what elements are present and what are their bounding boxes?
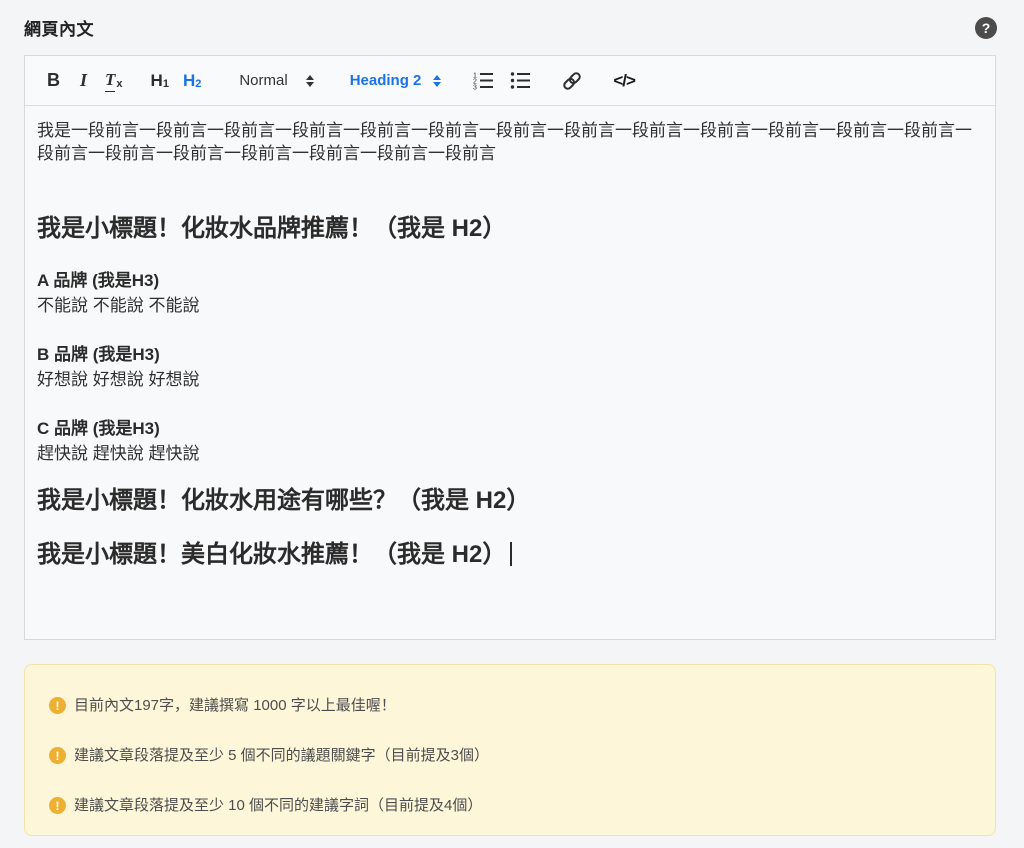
italic-button[interactable]: I [80, 70, 87, 91]
warning-item: ! 建議文章段落提及至少 10 個不同的建議字詞（目前提及4個） [49, 796, 971, 815]
help-icon[interactable]: ? [975, 17, 997, 39]
page-title: 網頁內文 [24, 15, 996, 40]
clear-format-t: T [105, 70, 115, 92]
heading-format-value: Heading 2 [350, 72, 422, 89]
section-heading-h2: 我是小標題！美白化妝水推薦！（我是 H2） [37, 541, 983, 569]
warning-icon: ! [49, 747, 66, 764]
seo-suggestions-panel: ! 目前內文197字，建議撰寫 1000 字以上最佳喔！ ! 建議文章段落提及至… [24, 664, 996, 836]
link-button[interactable] [561, 71, 583, 91]
intro-paragraph: 我是一段前言一段前言一段前言一段前言一段前言一段前言一段前言一段前言一段前言一段… [37, 119, 983, 165]
bold-button[interactable]: B [47, 70, 60, 91]
brand-heading-h3: B 品牌 (我是H3) [37, 343, 983, 366]
heading-text: 我是小標題！美白化妝水推薦！（我是 H2） [37, 541, 506, 568]
warning-text: 建議文章段落提及至少 5 個不同的議題關鍵字（目前提及3個） [74, 746, 489, 765]
section-heading-h2: 我是小標題！化妝水品牌推薦！（我是 H2） [37, 215, 983, 243]
heading2-button[interactable]: H2 [183, 71, 201, 91]
picker-arrows-icon [433, 75, 441, 87]
picker-arrows-icon [306, 75, 314, 87]
section-heading-h2: 我是小標題！化妝水用途有哪些？（我是 H2） [37, 487, 983, 515]
ordered-list-button[interactable]: 1 2 3 [473, 71, 494, 90]
heading-format-picker[interactable]: Heading 2 [350, 72, 442, 89]
warning-icon: ! [49, 697, 66, 714]
warning-text: 建議文章段落提及至少 10 個不同的建議字詞（目前提及4個） [74, 796, 482, 815]
code-button[interactable]: </> [613, 71, 635, 91]
text-cursor [510, 542, 512, 566]
page-header: 網頁內文 ? [0, 0, 1024, 55]
clear-format-x: x [116, 78, 122, 90]
svg-text:3: 3 [473, 85, 477, 91]
rich-text-editor: B I Tx H1 H2 Normal Heading 2 1 2 3 [24, 55, 996, 640]
bullet-list-button[interactable] [510, 71, 531, 90]
editor-content[interactable]: 我是一段前言一段前言一段前言一段前言一段前言一段前言一段前言一段前言一段前言一段… [25, 106, 995, 640]
heading1-button[interactable]: H1 [151, 71, 169, 91]
clear-format-button[interactable]: Tx [105, 70, 123, 92]
warning-icon: ! [49, 797, 66, 814]
block-format-value: Normal [239, 72, 287, 89]
warning-text: 目前內文197字，建議撰寫 1000 字以上最佳喔！ [74, 696, 396, 715]
bullet-list-icon [510, 71, 531, 90]
warning-item: ! 建議文章段落提及至少 5 個不同的議題關鍵字（目前提及3個） [49, 746, 971, 765]
brand-body: 不能說 不能說 不能說 [37, 294, 983, 317]
block-format-picker[interactable]: Normal [239, 72, 313, 89]
editor-toolbar: B I Tx H1 H2 Normal Heading 2 1 2 3 [25, 56, 995, 106]
brand-body: 好想說 好想說 好想說 [37, 368, 983, 391]
brand-heading-h3: A 品牌 (我是H3) [37, 269, 983, 292]
brand-body: 趕快說 趕快說 趕快說 [37, 442, 983, 465]
link-icon [561, 71, 583, 91]
brand-heading-h3: C 品牌 (我是H3) [37, 417, 983, 440]
ordered-list-icon: 1 2 3 [473, 71, 494, 90]
warning-item: ! 目前內文197字，建議撰寫 1000 字以上最佳喔！ [49, 696, 971, 715]
